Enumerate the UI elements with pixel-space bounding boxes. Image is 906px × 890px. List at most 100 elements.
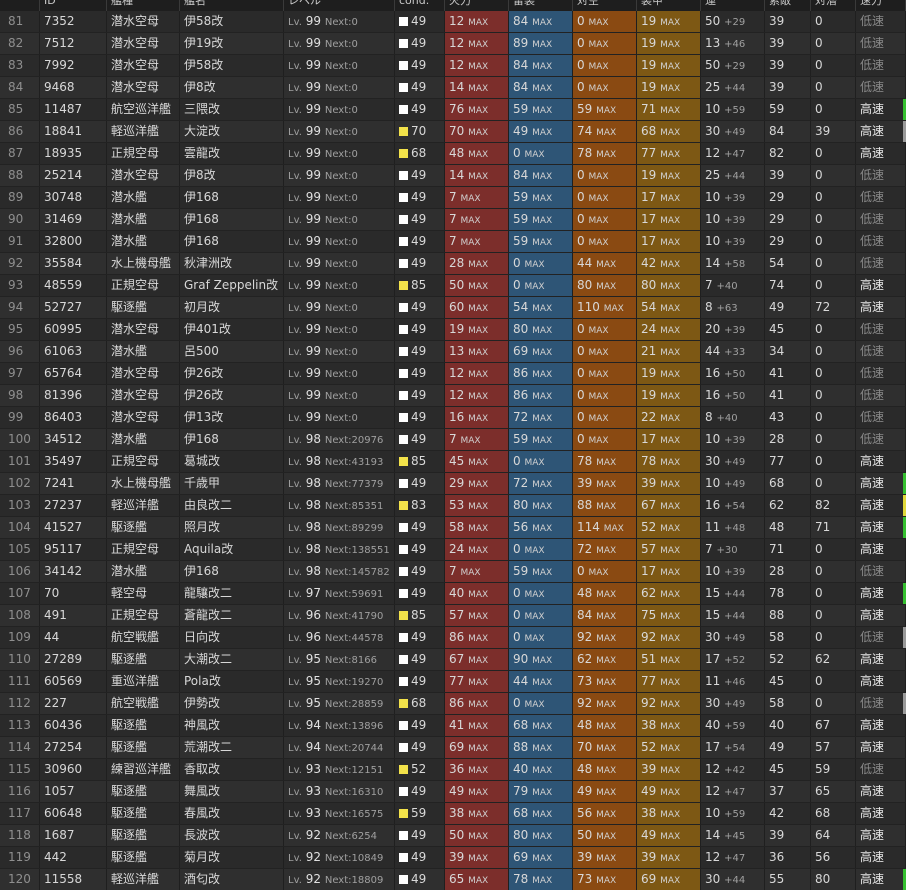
table-row[interactable]: 118 1687 駆逐艦 長波改 Lv. 92 Next:6254 49 50 MAX 80 … [0,825,906,847]
header-speed[interactable]: 速力 [856,0,906,11]
max-label: MAX [660,502,681,512]
header-level[interactable]: レベル [284,0,395,11]
table-row[interactable]: 91 32800 潜水艦 伊168 Lv. 99 Next:0 49 7 MAX 59 MAX… [0,231,906,253]
level-label: Lv. [288,765,302,776]
level-value: 96 [305,630,322,644]
table-row[interactable]: 108 491 正規空母 蒼龍改二 Lv. 96 Next:41790 85 57 MAX 0… [0,605,906,627]
next-label: Next: [324,743,352,754]
level-value: 99 [305,300,322,314]
torpedo-value: 68 [513,718,529,732]
ship-level: Lv. 99 Next:0 [284,231,395,252]
luck-value: 50 [705,58,721,72]
max-label: MAX [532,436,553,446]
table-row[interactable]: 99 86403 潜水空母 伊13改 Lv. 99 Next:0 49 16 MAX 72 M… [0,407,906,429]
stat-asw: 0 [811,385,856,406]
level-label: Lv. [288,237,302,248]
header-id[interactable]: ID [40,0,107,11]
header-asw[interactable]: 対潜 [811,0,856,11]
table-row[interactable]: 109 44 航空戦艦 日向改 Lv. 96 Next:44578 49 86 MAX 0 M… [0,627,906,649]
next-label: Next: [324,633,352,644]
table-row[interactable]: 119 442 駆逐艦 菊月改 Lv. 92 Next:10849 49 39 MAX 69 … [0,847,906,869]
ship-id: 60569 [40,671,107,692]
stat-antiair: 0 MAX [573,407,637,428]
header-type[interactable]: 艦種 [107,0,180,11]
stat-antiair: 39 MAX [573,473,637,494]
table-row[interactable]: 104 41527 駆逐艦 照月改 Lv. 98 Next:89299 49 58 MAX 5… [0,517,906,539]
max-label: MAX [468,590,489,600]
cond-square-icon [399,149,408,158]
table-row[interactable]: 89 30748 潜水艦 伊168 Lv. 99 Next:0 49 7 MAX 59 MAX… [0,187,906,209]
stat-firepower: 7 MAX [445,231,509,252]
next-exp: 59691 [351,589,384,600]
stat-los: 68 [765,473,811,494]
header-name[interactable]: 艦名 [180,0,284,11]
header-los[interactable]: 索敵 [765,0,811,11]
ship-level: Lv. 99 Next:0 [284,11,395,32]
header-torpedo[interactable]: 雷装 [509,0,573,11]
stat-firepower: 53 MAX [445,495,509,516]
table-row[interactable]: 111 60569 重巡洋艦 Pola改 Lv. 95 Next:19270 49 77 M… [0,671,906,693]
stat-torpedo: 84 MAX [509,165,573,186]
luck-value: 10 [705,234,721,248]
table-row[interactable]: 83 7992 潜水空母 伊58改 Lv. 99 Next:0 49 12 MAX 84 MA… [0,55,906,77]
table-row[interactable]: 82 7512 潜水空母 伊19改 Lv. 99 Next:0 49 12 MAX 89 MA… [0,33,906,55]
table-row[interactable]: 101 35497 正規空母 葛城改 Lv. 98 Next:43193 85 45 MAX… [0,451,906,473]
table-row[interactable]: 92 35584 水上機母艦 秋津洲改 Lv. 99 Next:0 49 28 MAX 0 M… [0,253,906,275]
table-row[interactable]: 110 27289 駆逐艦 大潮改二 Lv. 95 Next:8166 49 67 MAX 9… [0,649,906,671]
table-row[interactable]: 114 27254 駆逐艦 荒潮改二 Lv. 94 Next:20744 49 69 MAX… [0,737,906,759]
max-label: MAX [468,634,489,644]
max-label: MAX [596,744,617,754]
ship-name: 由良改二 [180,495,284,516]
stat-torpedo: 80 MAX [509,495,573,516]
header-firepower[interactable]: 火力 [445,0,509,11]
ship-id: 30960 [40,759,107,780]
ship-list-grid[interactable]: ID 艦種 艦名 レベル cond. 火力 雷装 対空 装甲 運 索敵 対潜 速… [0,0,906,890]
max-label: MAX [468,700,489,710]
header-luck[interactable]: 運 [701,0,765,11]
header-antiair[interactable]: 対空 [573,0,637,11]
max-label: MAX [588,568,609,578]
table-row[interactable]: 117 60648 駆逐艦 春風改 Lv. 93 Next:16575 59 38 MAX 6… [0,803,906,825]
table-row[interactable]: 85 11487 航空巡洋艦 三隈改 Lv. 99 Next:0 49 76 MAX 59 M… [0,99,906,121]
ship-cond: 49 [395,429,445,450]
table-row[interactable]: 87 18935 正規空母 雲龍改 Lv. 99 Next:0 68 48 MAX 0 MAX… [0,143,906,165]
table-row[interactable]: 113 60436 駆逐艦 神風改 Lv. 94 Next:13896 49 41 MAX 6… [0,715,906,737]
max-label: MAX [596,480,617,490]
table-row[interactable]: 120 11558 軽巡洋艦 酒匂改 Lv. 92 Next:18809 49 65 MAX… [0,869,906,890]
stat-speed: 高速 [856,825,906,846]
table-row[interactable]: 88 25214 潜水空母 伊8改 Lv. 99 Next:0 49 14 MAX 84 MA… [0,165,906,187]
armor-value: 77 [641,674,657,688]
table-row[interactable]: 112 227 航空戦艦 伊勢改 Lv. 95 Next:28859 68 86 MAX 0 … [0,693,906,715]
stat-antiair: 0 MAX [573,165,637,186]
ship-type: 潜水空母 [107,363,180,384]
table-row[interactable]: 95 60995 潜水空母 伊401改 Lv. 99 Next:0 49 19 MAX 80 … [0,319,906,341]
max-label: MAX [660,128,681,138]
table-row[interactable]: 100 34512 潜水艦 伊168 Lv. 98 Next:20976 49 7 MAX 5… [0,429,906,451]
table-row[interactable]: 106 34142 潜水艦 伊168 Lv. 98 Next:145782 49 7 MAX… [0,561,906,583]
next-exp: 20976 [351,435,384,446]
max-label: MAX [532,106,553,116]
max-label: MAX [532,876,553,886]
table-row[interactable]: 86 18841 軽巡洋艦 大淀改 Lv. 99 Next:0 70 70 MAX 49 MA… [0,121,906,143]
header-armor[interactable]: 装甲 [637,0,701,11]
table-row[interactable]: 102 7241 水上機母艦 千歳甲 Lv. 98 Next:77379 49 29 MAX… [0,473,906,495]
table-row[interactable]: 107 70 軽空母 龍驤改二 Lv. 97 Next:59691 49 40 MAX 0 M… [0,583,906,605]
table-row[interactable]: 96 61063 潜水艦 呂500 Lv. 99 Next:0 49 13 MAX 69 MA… [0,341,906,363]
luck-remaining: +49 [724,699,746,710]
table-row[interactable]: 116 1057 駆逐艦 舞風改 Lv. 93 Next:16310 49 49 MAX 79… [0,781,906,803]
table-row[interactable]: 115 30960 練習巡洋艦 香取改 Lv. 93 Next:12151 52 36 MA… [0,759,906,781]
header-cond[interactable]: cond. [395,0,445,11]
table-row[interactable]: 90 31469 潜水艦 伊168 Lv. 99 Next:0 49 7 MAX 59 MAX… [0,209,906,231]
max-label: MAX [596,810,617,820]
table-row[interactable]: 97 65764 潜水空母 伊26改 Lv. 99 Next:0 49 12 MAX 86 M… [0,363,906,385]
max-label: MAX [532,84,553,94]
stat-luck: 10 +59 [701,99,765,120]
table-row[interactable]: 93 48559 正規空母 Graf Zeppelin改 Lv. 99 Next:0 85… [0,275,906,297]
table-row[interactable]: 81 7352 潜水空母 伊58改 Lv. 99 Next:0 49 12 MAX 84 MA… [0,11,906,33]
table-row[interactable]: 84 9468 潜水空母 伊8改 Lv. 99 Next:0 49 14 MAX 84 MAX… [0,77,906,99]
table-row[interactable]: 94 52727 駆逐艦 初月改 Lv. 99 Next:0 49 60 MAX 54 MAX… [0,297,906,319]
table-row[interactable]: 98 81396 潜水空母 伊26改 Lv. 99 Next:0 49 12 MAX 86 M… [0,385,906,407]
table-row[interactable]: 103 27237 軽巡洋艦 由良改二 Lv. 98 Next:85351 83 53 MA… [0,495,906,517]
table-row[interactable]: 105 95117 正規空母 Aquila改 Lv. 98 Next:138551 49 2… [0,539,906,561]
luck-remaining: +49 [724,457,746,468]
